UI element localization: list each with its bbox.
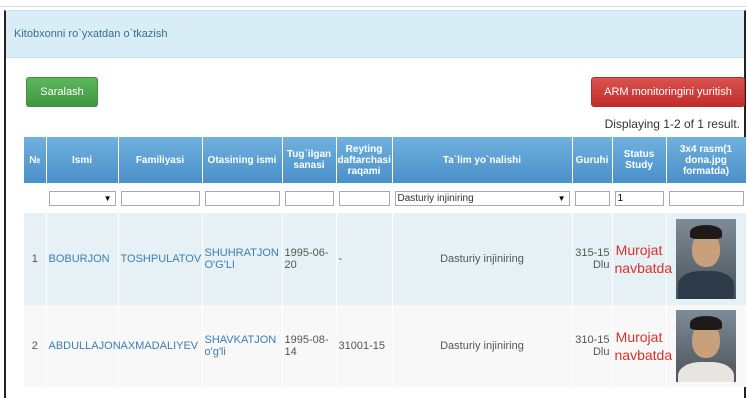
filter-cell-status [612, 183, 667, 213]
col-header-birth-date[interactable]: Tug`ilgan sanasi [282, 137, 337, 183]
filter-cell-photo [666, 183, 747, 213]
photo-cell [666, 213, 747, 305]
group-cell: 315-15 Dlu [572, 213, 613, 305]
col-header-direction[interactable]: Ta`lim yo`nalishi [392, 137, 573, 183]
monitor-button[interactable]: ARM monitoringini yuritish [591, 77, 745, 107]
student-photo [676, 310, 736, 382]
photo-filter-input[interactable] [668, 190, 744, 206]
students-table: № Ismi Familiyasi Otasining ismi Tug`ilg… [24, 137, 747, 387]
last-name-cell[interactable]: AXMADALIYEV [118, 305, 203, 387]
record-filter-input[interactable] [338, 190, 390, 206]
table-header-row: № Ismi Familiyasi Otasining ismi Tug`ilg… [24, 137, 747, 183]
panel: Kitobxonni ro`yxatdan o`tkazish Saralash… [4, 10, 747, 398]
student-photo [676, 219, 736, 299]
panel-title: Kitobxonni ro`yxatdan o`tkazish [14, 28, 168, 40]
group-filter-input[interactable] [574, 190, 610, 206]
filter-cell-direction: Dasturiy injiniring ▼ [392, 183, 573, 213]
direction-filter-value: Dasturiy injiniring [397, 192, 474, 204]
col-header-number[interactable]: № [24, 137, 47, 183]
table-row: 2 ABDULLAJON AXMADALIYEV SHAVKATJON o'g'… [24, 305, 747, 387]
last-name-cell[interactable]: TOSHPULATOV [118, 213, 203, 305]
father-name-cell[interactable]: SHAVKATJON o'g'li [202, 305, 283, 387]
panel-header: Kitobxonni ro`yxatdan o`tkazish [6, 11, 744, 58]
col-header-photo[interactable]: 3x4 rasm(1 dona.jpg formatda) [666, 137, 747, 183]
record-number-cell: 31001-15 [336, 305, 393, 387]
top-divider [0, 0, 747, 7]
status-filter-input[interactable] [614, 190, 664, 206]
status-cell: Murojat navbatda [612, 213, 672, 305]
direction-cell: Dasturiy injiniring [392, 213, 573, 305]
chevron-down-icon: ▼ [557, 193, 566, 203]
first-name-cell[interactable]: ABDULLAJON [46, 305, 121, 387]
filter-cell-empty [24, 183, 47, 213]
col-header-status[interactable]: Status Study [612, 137, 667, 183]
birth-date-cell: 1995-08-14 [282, 305, 337, 387]
direction-cell: Dasturiy injiniring [392, 305, 573, 387]
row-number: 2 [24, 305, 47, 387]
filter-cell-last-name [118, 183, 203, 213]
col-header-father-name[interactable]: Otasining ismi [202, 137, 283, 183]
col-header-record-number[interactable]: Reyting daftarchasi raqami [336, 137, 393, 183]
filter-cell-first-name: ▼ [46, 183, 119, 213]
col-header-first-name[interactable]: Ismi [46, 137, 119, 183]
father-name-filter-input[interactable] [204, 190, 280, 206]
filter-cell-father-name [202, 183, 283, 213]
last-name-filter-input[interactable] [120, 190, 200, 206]
photo-cell [666, 305, 747, 387]
filter-button[interactable]: Saralash [26, 77, 98, 107]
status-cell: Murojat navbatda [612, 305, 672, 387]
direction-filter-select[interactable]: Dasturiy injiniring ▼ [394, 190, 570, 206]
table-row: 1 BOBURJON TOSHPULATOV SHUHRATJON O'G'LI… [24, 213, 747, 305]
filter-cell-group [572, 183, 613, 213]
col-header-group[interactable]: Guruhi [572, 137, 613, 183]
filter-cell-birth-date [282, 183, 337, 213]
father-name-cell[interactable]: SHUHRATJON O'G'LI [202, 213, 283, 305]
filter-row: ▼ Dasturiy injiniring ▼ [24, 183, 747, 213]
birth-date-filter-input[interactable] [284, 190, 334, 206]
first-name-filter-select[interactable]: ▼ [48, 190, 116, 206]
results-summary: Displaying 1-2 of 1 result. [604, 117, 740, 131]
chevron-down-icon: ▼ [103, 193, 112, 203]
birth-date-cell: 1995-06-20 [282, 213, 337, 305]
col-header-last-name[interactable]: Familiyasi [118, 137, 203, 183]
group-cell: 310-15 Dlu [572, 305, 613, 387]
first-name-cell[interactable]: BOBURJON [46, 213, 119, 305]
record-number-cell: - [336, 213, 393, 305]
row-number: 1 [24, 213, 47, 305]
filter-cell-record [336, 183, 393, 213]
